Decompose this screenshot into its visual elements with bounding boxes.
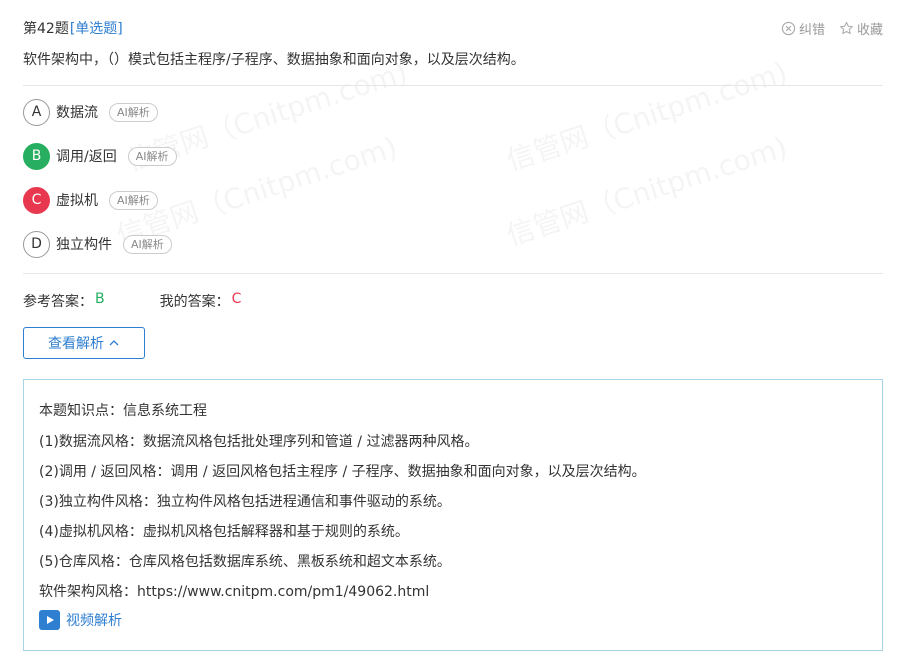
chevron-up-icon bbox=[109, 340, 119, 346]
analysis-line: (3)独立构件风格：独立构件风格包括进程通信和事件驱动的系统。 bbox=[39, 494, 451, 510]
close-circle-icon bbox=[781, 21, 796, 35]
analysis-line: (5)仓库风格：仓库风格包括数据库系统、黑板系统和超文本系统。 bbox=[39, 554, 451, 570]
question-number: 第42题 bbox=[23, 21, 69, 37]
option-letter: D bbox=[23, 230, 50, 258]
option-text: 调用/返回 bbox=[56, 149, 117, 165]
analysis-link-line[interactable]: 软件架构风格：https://www.cnitpm.com/pm1/49062.… bbox=[39, 581, 882, 611]
reference-answer-label: 参考答案： bbox=[23, 294, 93, 310]
option-text: 数据流 bbox=[56, 105, 98, 121]
video-analysis-link[interactable]: 视频解析 bbox=[39, 610, 882, 630]
ai-analysis-tag[interactable]: AI解析 bbox=[127, 146, 177, 166]
video-analysis-label: 视频解析 bbox=[66, 613, 122, 629]
ai-analysis-tag[interactable]: AI解析 bbox=[109, 102, 158, 122]
option-a[interactable]: A 数据流 AI解析 bbox=[23, 98, 158, 126]
option-c[interactable]: C 虚拟机 AI解析 bbox=[23, 186, 158, 214]
question-header: 第42题 [单选题] 纠错 收藏 bbox=[23, 17, 883, 39]
watermark: 信管网（Cnitpm.com) bbox=[501, 126, 792, 255]
question-text: 软件架构中，（）模式包括主程序/子程序、数据抽象和面向对象，以及层次结构。 bbox=[23, 52, 525, 68]
star-icon bbox=[840, 21, 853, 34]
ai-analysis-tag[interactable]: AI解析 bbox=[109, 190, 158, 210]
question-page: 信管网（Cnitpm.com) 信管网（Cnitpm.com) 信管网（Cnit… bbox=[0, 0, 898, 660]
my-answer-value: C bbox=[231, 291, 242, 307]
play-icon bbox=[39, 610, 60, 630]
reference-answer-value: B bbox=[95, 291, 105, 307]
question-type-link[interactable]: [单选题] bbox=[70, 18, 123, 38]
answers-row: 参考答案： B 我的答案： C bbox=[23, 291, 241, 311]
view-analysis-label: 查看解析 bbox=[48, 336, 104, 352]
view-analysis-button[interactable]: 查看解析 bbox=[23, 327, 145, 359]
option-b[interactable]: B 调用/返回 AI解析 bbox=[23, 142, 177, 170]
report-error-button[interactable]: 纠错 bbox=[781, 19, 825, 38]
analysis-line: (1)数据流风格：数据流风格包括批处理序列和管道 / 过滤器两种风格。 bbox=[39, 434, 479, 450]
option-text: 虚拟机 bbox=[56, 193, 98, 209]
option-letter: C bbox=[23, 186, 50, 214]
my-answer-group: 我的答案： C bbox=[160, 291, 242, 311]
ai-analysis-tag[interactable]: AI解析 bbox=[123, 234, 172, 254]
option-letter: A bbox=[23, 98, 50, 126]
divider bbox=[23, 85, 883, 86]
option-d[interactable]: D 独立构件 AI解析 bbox=[23, 230, 172, 258]
option-letter: B bbox=[23, 142, 50, 170]
analysis-line: (2)调用 / 返回风格：调用 / 返回风格包括主程序 / 子程序、数据抽象和面… bbox=[39, 464, 646, 480]
analysis-line: (4)虚拟机风格：虚拟机风格包括解释器和基于规则的系统。 bbox=[39, 524, 409, 540]
option-text: 独立构件 bbox=[56, 237, 112, 253]
favorite-label: 收藏 bbox=[856, 22, 883, 38]
analysis-line: 本题知识点：信息系统工程 bbox=[39, 403, 207, 419]
watermark: 信管网（Cnitpm.com) bbox=[501, 51, 792, 180]
divider bbox=[23, 273, 883, 274]
my-answer-label: 我的答案： bbox=[159, 294, 230, 310]
header-actions: 纠错 收藏 bbox=[781, 19, 883, 38]
favorite-button[interactable]: 收藏 bbox=[839, 19, 883, 38]
report-error-label: 纠错 bbox=[798, 22, 825, 38]
analysis-panel: 本题知识点：信息系统工程 (1)数据流风格：数据流风格包括批处理序列和管道 / … bbox=[23, 379, 883, 651]
